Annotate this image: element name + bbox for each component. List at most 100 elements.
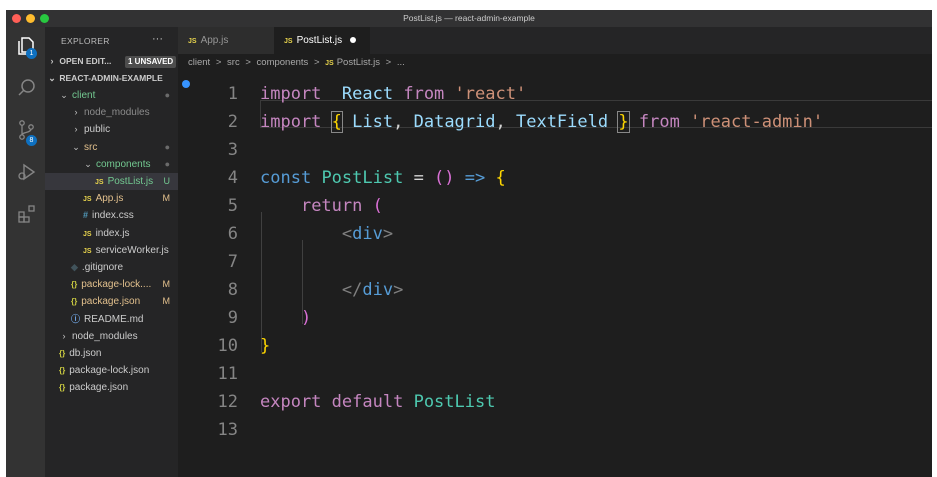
line-number: 10: [217, 336, 238, 356]
tree-item-label: index.js: [95, 227, 130, 239]
explorer-more-button[interactable]: ···: [152, 33, 163, 45]
extensions-icon[interactable]: [16, 203, 38, 225]
line-number: 11: [217, 364, 238, 384]
breadcrumb-separator: >: [245, 57, 251, 68]
tree-item[interactable]: ◆ .gitignore: [45, 259, 178, 276]
title-bar: PostList.js — react-admin-example: [6, 10, 932, 27]
chevron-right-icon: ›: [74, 107, 78, 118]
tree-item-label: components: [96, 158, 151, 170]
tree-item-label: src: [84, 141, 98, 153]
breadcrumb-client[interactable]: client: [188, 57, 210, 68]
tree-item[interactable]: {} package-lock.... M: [45, 276, 178, 293]
breadcrumb-components[interactable]: components: [257, 57, 309, 68]
tree-item[interactable]: ⌄ components ●: [45, 156, 178, 173]
line-number: 9: [227, 308, 238, 328]
code-token: const: [260, 168, 312, 188]
chevron-down-icon: ⌄: [60, 90, 68, 100]
tree-item[interactable]: › node_modules: [45, 104, 178, 121]
code-token: 'react': [454, 84, 527, 104]
breadcrumb: client > src > components > JS PostList.j…: [178, 54, 932, 72]
tab-postlist-js[interactable]: JS PostList.js: [274, 27, 370, 54]
code-token: {: [495, 168, 506, 188]
line-number: 13: [217, 420, 238, 440]
editor-tabs: JS App.js JS PostList.js: [178, 27, 932, 54]
source-control-badge: 8: [26, 135, 37, 146]
code-token: import: [260, 84, 322, 104]
tree-item[interactable]: {} db.json: [45, 345, 178, 362]
line-number: 2: [227, 112, 238, 132]
code-editor[interactable]: 1 2 3 4 5 6 7 8 9 10 11 12 13 import React from 'rea…: [178, 72, 932, 477]
line-number: 3: [227, 140, 238, 160]
code-token: (: [372, 196, 383, 216]
unsaved-dot-icon[interactable]: [350, 37, 357, 44]
js-file-icon: JS: [83, 196, 92, 204]
explorer-title: EXPLORER: [61, 36, 110, 46]
code-line[interactable]: import { List, Datagrid, TextField } fro…: [260, 108, 823, 136]
tree-item[interactable]: ⌄ client ●: [45, 87, 178, 104]
git-status-badge: ●: [164, 141, 170, 152]
chevron-right-icon: ›: [62, 330, 66, 341]
tree-item[interactable]: › node_modules: [45, 328, 178, 345]
git-status-badge: ●: [164, 158, 170, 169]
tree-item[interactable]: {} package.json: [45, 379, 178, 396]
chevron-down-icon: ⌄: [84, 158, 92, 169]
window-title: PostList.js — react-admin-example: [403, 13, 535, 23]
tree-item[interactable]: ⌄ src ●: [45, 139, 178, 156]
tree-item[interactable]: JS serviceWorker.js: [45, 242, 178, 259]
js-file-icon: JS: [83, 247, 92, 255]
code-line[interactable]: </div>: [260, 276, 403, 304]
breadcrumb-symbols[interactable]: ...: [397, 57, 405, 68]
code-line[interactable]: export default PostList: [260, 388, 495, 416]
tree-item[interactable]: JS App.js M: [45, 190, 178, 207]
git-status-badge: ●: [164, 90, 170, 100]
code-token: {: [330, 111, 343, 133]
git-status-badge: U: [163, 176, 171, 186]
tree-item-label: README.md: [84, 313, 144, 325]
tree-item-label: serviceWorker.js: [95, 244, 169, 256]
tree-item[interactable]: JS index.js: [45, 225, 178, 242]
code-line[interactable]: const PostList = () => {: [260, 164, 506, 192]
breadcrumb-separator: >: [215, 57, 222, 68]
run-debug-icon[interactable]: [16, 161, 38, 183]
git-file-icon: ◆: [71, 262, 78, 272]
readme-file-icon: ⓘ: [71, 313, 81, 324]
tab-app-js[interactable]: JS App.js: [178, 27, 274, 54]
workspace-root[interactable]: ⌄ REACT-ADMIN-EXAMPLE: [45, 70, 178, 87]
code-token: }: [617, 111, 630, 133]
workspace-root-label: REACT-ADMIN-EXAMPLE: [59, 73, 163, 83]
tree-item[interactable]: ⓘ README.md: [45, 311, 178, 328]
code-line[interactable]: return (: [260, 192, 383, 220]
open-editors-section[interactable]: › OPEN EDIT... 1 UNSAVED: [45, 53, 178, 70]
code-token: </: [341, 280, 363, 300]
code-line[interactable]: ): [260, 304, 311, 332]
tree-item-label: package-lock....: [81, 279, 152, 291]
code-line[interactable]: <div>: [260, 220, 393, 248]
tree-item-label: db.json: [69, 348, 102, 359]
tree-item-label: client: [72, 90, 96, 101]
git-status-badge: M: [162, 279, 171, 290]
code-token: 'react-admin': [690, 112, 824, 132]
tree-item[interactable]: # index.css: [45, 207, 178, 224]
tree-item[interactable]: {} package.json M: [45, 293, 178, 310]
tree-item-label: App.js: [95, 193, 124, 205]
line-number: 4: [227, 168, 238, 188]
activity-bar: 1 8: [6, 27, 45, 477]
tree-item-label: public: [84, 124, 111, 136]
breadcrumb-src[interactable]: src: [227, 57, 240, 68]
line-number: 5: [227, 196, 238, 216]
tree-item[interactable]: JS PostList.js U: [45, 173, 178, 190]
breadcrumb-postlist[interactable]: PostList.js: [337, 57, 380, 68]
search-icon[interactable]: [16, 77, 38, 99]
code-line[interactable]: import React from 'react': [260, 80, 526, 108]
tree-item-label: index.css: [92, 210, 134, 222]
tree-item[interactable]: {} package-lock.json: [45, 362, 178, 379]
tree-item-label: package.json: [81, 296, 141, 308]
code-line[interactable]: }: [260, 332, 270, 360]
tree-item[interactable]: › public: [45, 121, 178, 138]
